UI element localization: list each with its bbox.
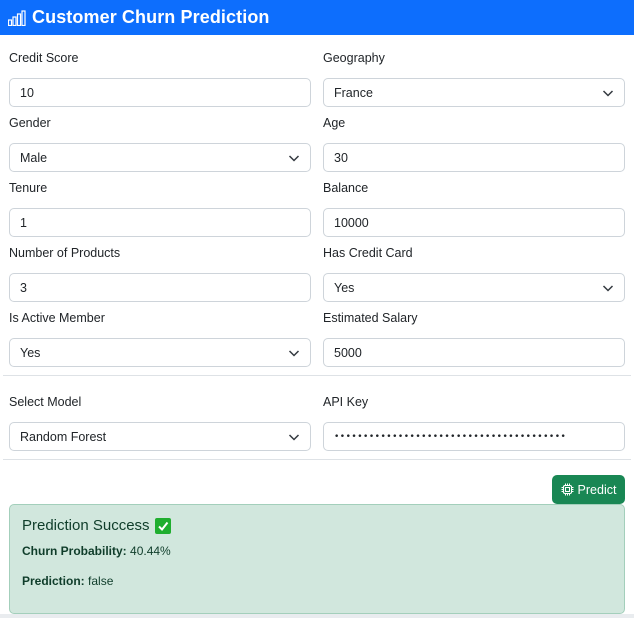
age-input[interactable]: 30 (323, 143, 625, 172)
is-active-member-select[interactable]: Yes (9, 338, 311, 367)
model-label: Select Model (9, 395, 82, 409)
model-value: Random Forest (20, 429, 107, 444)
estimated-salary-value: 5000 (334, 345, 362, 360)
churn-probability-line: Churn Probability: 40.44% (22, 544, 171, 558)
prediction-label: Prediction: (22, 574, 85, 588)
chevron-down-icon (288, 155, 300, 162)
tenure-value: 1 (20, 215, 27, 230)
has-credit-card-select[interactable]: Yes (323, 273, 625, 302)
estimated-salary-label: Estimated Salary (323, 311, 418, 325)
num-products-group: Number of Products 3 (9, 245, 311, 302)
num-products-input[interactable]: 3 (9, 273, 311, 302)
churn-probability-label: Churn Probability: (22, 544, 127, 558)
gender-group: Gender Male (9, 115, 311, 172)
section-divider (3, 459, 631, 460)
balance-input[interactable]: 10000 (323, 208, 625, 237)
num-products-label: Number of Products (9, 246, 121, 260)
balance-value: 10000 (334, 215, 369, 230)
geography-label: Geography (323, 51, 385, 65)
chevron-down-icon (288, 434, 300, 441)
has-credit-card-group: Has Credit Card Yes (323, 245, 625, 302)
api-key-label: API Key (323, 395, 369, 409)
bar-chart-icon (8, 9, 26, 26)
tenure-group: Tenure 1 (9, 180, 311, 237)
api-key-value: •••••••••••••••••••••••••••••••••••••••• (334, 431, 567, 442)
balance-label: Balance (323, 181, 369, 195)
has-credit-card-value: Yes (334, 280, 355, 295)
predict-button[interactable]: Predict (552, 475, 625, 504)
credit-score-label: Credit Score (9, 51, 79, 65)
credit-score-group: Credit Score 10 (9, 50, 311, 107)
geography-group: Geography France (323, 50, 625, 107)
chevron-down-icon (288, 350, 300, 357)
tenure-input[interactable]: 1 (9, 208, 311, 237)
check-icon (154, 517, 171, 534)
gender-label: Gender (9, 116, 51, 130)
age-group: Age 30 (323, 115, 625, 172)
api-key-input[interactable]: •••••••••••••••••••••••••••••••••••••••• (323, 422, 625, 451)
estimated-salary-group: Estimated Salary 5000 (323, 310, 625, 367)
geography-select[interactable]: France (323, 78, 625, 107)
credit-score-input[interactable]: 10 (9, 78, 311, 107)
prediction-line: Prediction: false (22, 574, 113, 588)
gender-value: Male (20, 150, 48, 165)
estimated-salary-input[interactable]: 5000 (323, 338, 625, 367)
app-header: Customer Churn Prediction (0, 0, 634, 35)
chevron-down-icon (602, 285, 614, 292)
age-value: 30 (334, 150, 348, 165)
churn-probability-value: 40.44% (130, 544, 171, 558)
gender-select[interactable]: Male (9, 143, 311, 172)
credit-score-value: 10 (20, 85, 34, 100)
predict-button-label: Predict (577, 482, 617, 497)
is-active-member-group: Is Active Member Yes (9, 310, 311, 367)
bottom-edge (0, 614, 634, 618)
prediction-result-panel: Prediction Success Churn Probability: 40… (9, 504, 625, 614)
cpu-icon (561, 483, 574, 496)
num-products-value: 3 (20, 280, 27, 295)
balance-group: Balance 10000 (323, 180, 625, 237)
chevron-down-icon (602, 90, 614, 97)
section-divider (3, 375, 631, 376)
api-key-group: API Key ••••••••••••••••••••••••••••••••… (323, 394, 625, 451)
age-label: Age (323, 116, 346, 130)
prediction-value: false (88, 574, 114, 588)
has-credit-card-label: Has Credit Card (323, 246, 413, 260)
page-title: Customer Churn Prediction (32, 7, 270, 27)
geography-value: France (334, 85, 373, 100)
model-select[interactable]: Random Forest (9, 422, 311, 451)
model-group: Select Model Random Forest (9, 394, 311, 451)
tenure-label: Tenure (9, 181, 48, 195)
result-title-text: Prediction Success (22, 517, 150, 534)
is-active-member-label: Is Active Member (9, 311, 105, 325)
result-title: Prediction Success (22, 517, 171, 534)
is-active-member-value: Yes (20, 345, 41, 360)
